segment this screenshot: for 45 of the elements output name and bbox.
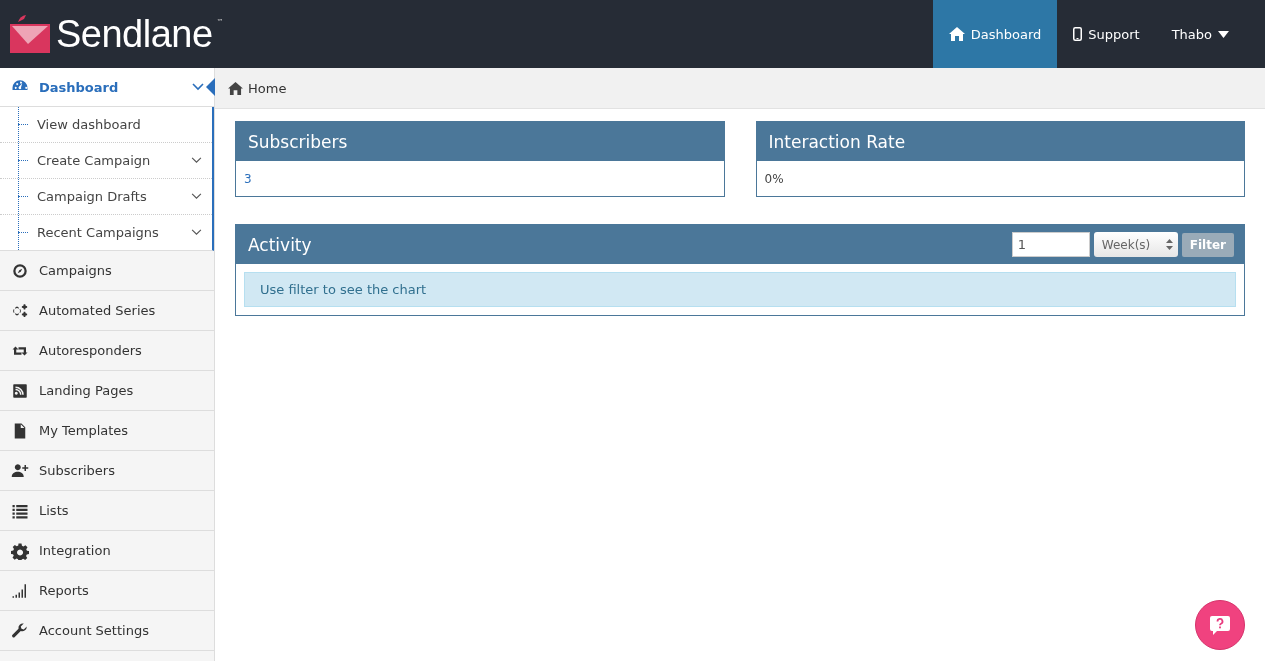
stat-value: 0% xyxy=(764,171,784,186)
submenu-item[interactable]: View dashboard xyxy=(0,107,212,143)
panel-title: Activity xyxy=(248,234,312,255)
sidebar-item[interactable]: Integration xyxy=(0,531,214,571)
sidebar-item[interactable]: Dashboard xyxy=(0,68,214,107)
caret-icon xyxy=(1218,30,1229,38)
stat-value-link[interactable]: 3 xyxy=(244,171,252,186)
sidebar-item[interactable]: Reports xyxy=(0,571,214,611)
chevron-icon xyxy=(191,157,202,164)
add-user-icon xyxy=(11,461,29,480)
submenu-item[interactable]: Create Campaign xyxy=(0,143,212,179)
signal-bars-icon xyxy=(11,581,29,600)
phone-icon xyxy=(1073,27,1083,41)
envelope-logo-icon xyxy=(10,14,52,54)
panel-title: Subscribers xyxy=(248,131,348,152)
nav-link[interactable]: Dashboard xyxy=(932,0,1058,68)
sidebar-item[interactable]: Account Settings xyxy=(0,611,214,651)
compass-icon xyxy=(11,261,29,280)
submenu-item[interactable]: Campaign Drafts xyxy=(0,179,212,215)
chevron-icon xyxy=(191,229,202,236)
sidebar-item[interactable]: Subscribers xyxy=(0,451,214,491)
logo-text: Sendlane xyxy=(56,12,213,56)
sidebar-item[interactable]: Landing Pages xyxy=(0,371,214,411)
nav-link[interactable]: Thabo xyxy=(1155,0,1245,68)
rss-icon xyxy=(11,381,29,400)
panel-title: Interaction Rate xyxy=(768,131,906,152)
home-icon xyxy=(948,27,965,41)
sidebar-item[interactable]: Autoresponders xyxy=(0,331,214,371)
nav-link[interactable]: Support xyxy=(1057,0,1156,68)
spinner-arrows-icon xyxy=(1165,239,1173,250)
sidebar-item[interactable]: My Templates xyxy=(0,411,214,451)
home-icon xyxy=(228,81,243,95)
help-button[interactable] xyxy=(1195,600,1245,650)
chevron-icon xyxy=(191,193,202,200)
amount-input-field[interactable]: 1 xyxy=(1011,232,1090,257)
unit-select[interactable]: Week(s) xyxy=(1093,232,1178,257)
sidebar-item[interactable]: Automated Series xyxy=(0,291,214,331)
submenu-item[interactable]: Recent Campaigns xyxy=(0,215,212,250)
wrench-icon xyxy=(11,621,29,640)
gear-icon xyxy=(11,541,29,560)
help-chat-icon xyxy=(1209,614,1231,636)
sidebar-item[interactable]: Lists xyxy=(0,491,214,531)
alert-message: Use filter to see the chart xyxy=(260,282,427,297)
sidebar-item[interactable]: Campaigns xyxy=(0,251,214,291)
breadcrumb-link[interactable]: Home xyxy=(248,80,287,96)
